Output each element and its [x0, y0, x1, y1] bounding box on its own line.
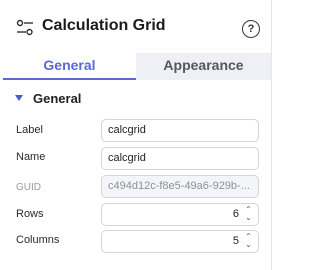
- properties-panel: Calculation Grid ? General Appearance Ge…: [0, 0, 272, 270]
- guid-input: c494d12c-f8e5-49a6-929b-...: [101, 175, 259, 198]
- help-icon[interactable]: ?: [242, 20, 260, 38]
- columns-value: 5: [232, 235, 239, 247]
- columns-spinner-icon[interactable]: ⌃ ⌄: [244, 233, 253, 250]
- rows-stepper[interactable]: 6 ⌃ ⌄: [101, 203, 259, 226]
- name-field-label: Name: [16, 151, 46, 163]
- columns-stepper[interactable]: 5 ⌃ ⌄: [101, 230, 259, 253]
- section-collapse-icon[interactable]: [15, 95, 23, 101]
- section-title-general[interactable]: General: [33, 91, 81, 106]
- columns-field-label: Columns: [16, 234, 60, 246]
- rows-field-label: Rows: [16, 208, 44, 220]
- guid-field-label: GUID: [16, 182, 41, 193]
- tab-general[interactable]: General: [3, 53, 136, 80]
- panel-header: Calculation Grid ?: [0, 0, 272, 56]
- panel-title: Calculation Grid: [42, 17, 166, 34]
- tab-bar: General Appearance: [0, 53, 272, 80]
- sliders-icon: [16, 19, 33, 36]
- tab-appearance[interactable]: Appearance: [136, 53, 271, 80]
- label-input[interactable]: calcgrid: [101, 119, 259, 142]
- rows-value: 6: [232, 208, 239, 220]
- name-input[interactable]: calcgrid: [101, 147, 259, 170]
- rows-spinner-icon[interactable]: ⌃ ⌄: [244, 206, 253, 223]
- label-field-label: Label: [16, 124, 43, 136]
